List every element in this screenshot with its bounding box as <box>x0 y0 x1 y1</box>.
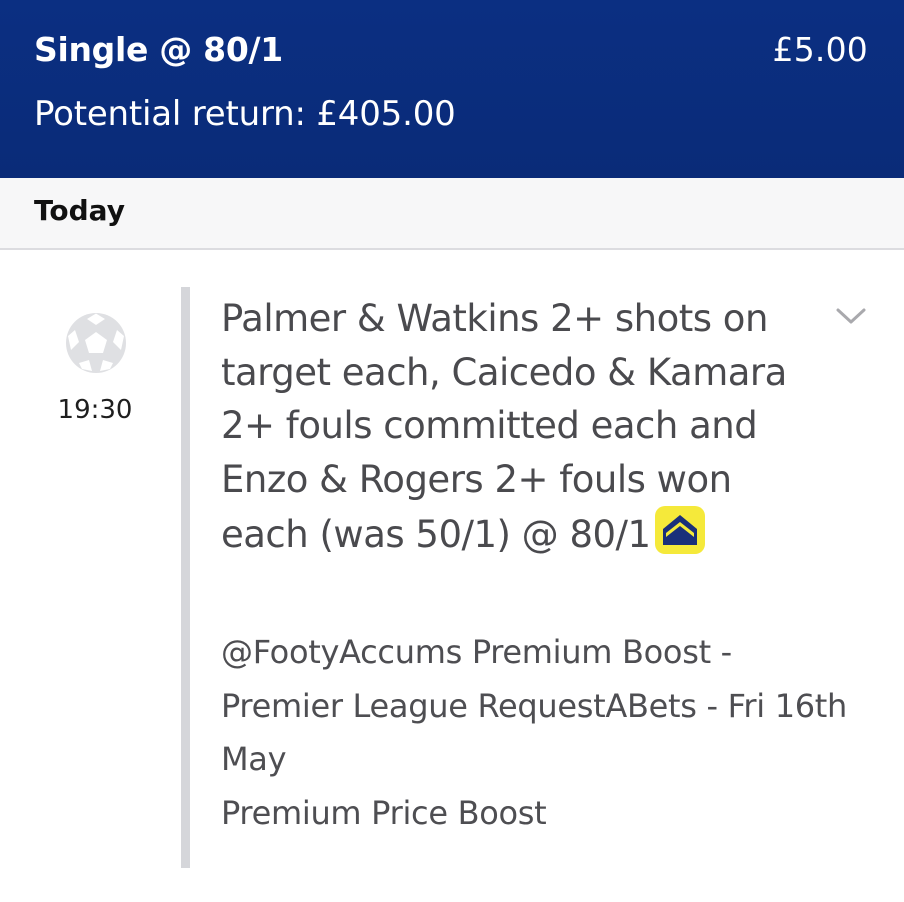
selection-divider <box>181 287 190 868</box>
day-label: Today <box>34 194 125 227</box>
potential-return: Potential return: £405.00 <box>34 94 456 134</box>
price-boost-icon <box>654 506 705 555</box>
event-time: 19:30 <box>57 395 133 425</box>
selection-description: Palmer & Watkins 2+ shots on target each… <box>221 292 821 562</box>
football-icon <box>66 313 126 373</box>
chevron-down-icon[interactable] <box>834 304 868 328</box>
stake-amount: £5.00 <box>772 30 868 69</box>
boost-label: Premium Price Boost <box>221 793 547 832</box>
bet-type-title: Single @ 80/1 <box>34 30 283 69</box>
market-details: @FootyAccums Premium Boost - Premier Lea… <box>221 626 851 840</box>
day-section-header <box>0 178 904 250</box>
market-name: @FootyAccums Premium Boost - Premier Lea… <box>221 633 848 778</box>
bet-header: Single @ 80/1 £5.00 Potential return: £4… <box>0 0 904 178</box>
